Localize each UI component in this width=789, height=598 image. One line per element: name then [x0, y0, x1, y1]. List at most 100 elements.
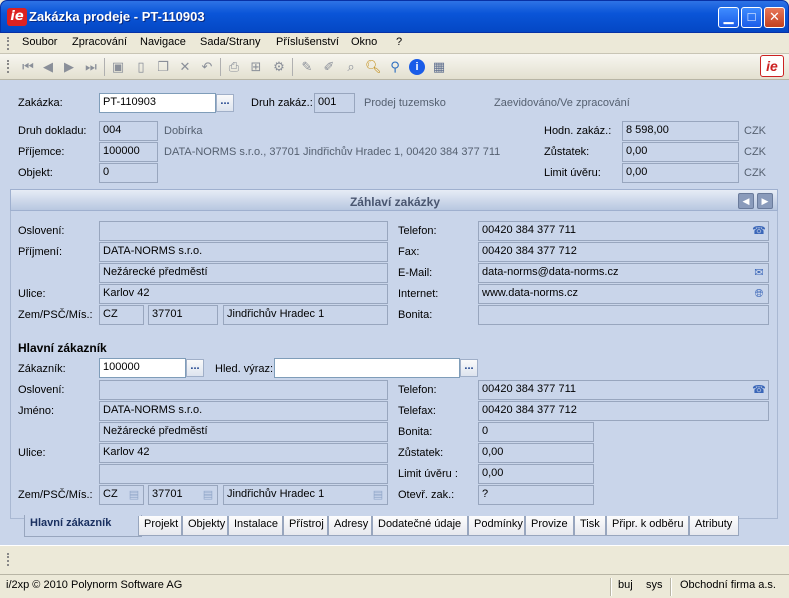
tab-adresy[interactable]: Adresy — [328, 516, 372, 536]
zem-label: Zem/PSČ/Mís.: — [18, 309, 93, 321]
toolbar: ⏮ ◀ ▶ ⏭ ▣ ▯ ❐ ✕ ↶ ⎙ ⊞ ⚙ ✎ ✐ ⌕ 🔍︎ ⚲ i ▦ — [0, 54, 789, 80]
c-osloveni-label: Oslovení: — [18, 384, 65, 396]
find-icon[interactable]: ⌕ — [343, 59, 359, 75]
zakaznik-input[interactable]: 100000 — [99, 358, 186, 378]
c-zustatek-label: Zůstatek: — [398, 447, 444, 459]
app-icon[interactable]: ie — [7, 8, 27, 26]
c-jmeno-value2: Nežárecké předměstí — [99, 422, 388, 442]
search-icon[interactable]: 🔍︎ — [365, 59, 382, 75]
hodn-currency: CZK — [744, 125, 766, 137]
druh-zakaz-text: Prodej tuzemsko — [364, 97, 446, 109]
c-zem-label: Zem/PSČ/Mís.: — [18, 489, 93, 501]
c-psc-dropdown-icon[interactable]: ▤ — [200, 487, 216, 503]
section-next-button[interactable]: ▶ — [757, 193, 773, 209]
prev-record-icon[interactable]: ◀ — [40, 59, 56, 75]
menu-zpracovani[interactable]: Zpracování — [72, 36, 127, 48]
status-separator — [670, 578, 671, 596]
zustatek-label: Zůstatek: — [544, 146, 590, 158]
minimize-icon: ▁ — [723, 9, 734, 24]
email-value: data-norms@data-norms.cz — [478, 263, 769, 283]
menu-help[interactable]: ? — [396, 36, 402, 48]
c-ulice-label: Ulice: — [18, 447, 46, 459]
c-telefax-value: 00420 384 377 712 — [478, 401, 769, 421]
prijemce-value: 100000 — [99, 142, 158, 162]
edit-icon[interactable]: ✎ — [299, 59, 315, 75]
status-user: buj — [618, 579, 633, 591]
objekt-label: Objekt: — [18, 167, 53, 179]
undo-icon[interactable]: ↶ — [199, 59, 215, 75]
c-zem-dropdown-icon[interactable]: ▤ — [126, 487, 142, 503]
menu-navigace[interactable]: Navigace — [140, 36, 186, 48]
c-misto-value: Jindřichův Hradec 1 — [223, 485, 388, 505]
menu-soubor[interactable]: Soubor — [22, 36, 57, 48]
delete-icon[interactable]: ✕ — [177, 59, 193, 75]
bottom-grip-icon[interactable] — [7, 553, 10, 566]
prijmeni-label: Příjmení: — [18, 246, 63, 258]
info-icon[interactable]: i — [409, 59, 425, 75]
menu-prislusenstvi[interactable]: Příslušenství — [276, 36, 339, 48]
zakazka-lookup-button[interactable]: ... — [216, 94, 234, 112]
tree-icon[interactable]: ⊞ — [248, 59, 264, 75]
new-icon[interactable]: ▯ — [133, 59, 149, 75]
print-icon[interactable]: ⎙ — [226, 59, 242, 75]
ulice-value: Karlov 42 — [99, 284, 388, 304]
tab-objekty[interactable]: Objekty — [182, 516, 228, 536]
prijmeni-value: DATA-NORMS s.r.o. — [99, 242, 388, 262]
zakazka-input[interactable]: PT-110903 — [99, 93, 216, 113]
osloveni-value — [99, 221, 388, 241]
settings-icon[interactable]: ⚙ — [271, 59, 287, 75]
zoom-icon[interactable]: ⚲ — [387, 59, 403, 75]
c-otevr-value: ? — [478, 485, 594, 505]
customer-heading: Hlavní zákazník — [18, 341, 107, 355]
first-record-icon[interactable]: ⏮ — [20, 59, 36, 75]
maximize-button[interactable]: □ — [741, 7, 762, 28]
email-label: E-Mail: — [398, 267, 433, 279]
tab-provize[interactable]: Provize — [525, 516, 574, 536]
c-misto-dropdown-icon[interactable]: ▤ — [370, 487, 386, 503]
section-prev-button[interactable]: ◀ — [738, 193, 754, 209]
zakaznik-lookup-button[interactable]: ... — [186, 359, 204, 377]
hled-lookup-button[interactable]: ... — [460, 359, 478, 377]
druh-zakaz-value: 001 — [314, 93, 355, 113]
druh-zakaz-label: Druh zakáz.: — [251, 97, 313, 109]
druh-dokladu-label: Druh dokladu: — [18, 125, 87, 137]
c-telefon-label: Telefon: — [398, 384, 437, 396]
globe-icon[interactable]: 🌐︎ — [751, 286, 767, 302]
tab-podminky[interactable]: Podmínky — [468, 516, 525, 536]
section-header: Záhlaví zakázky ◀ ▶ — [10, 189, 778, 211]
menu-grip-icon[interactable] — [7, 37, 10, 50]
menu-sada-strany[interactable]: Sada/Strany — [200, 36, 261, 48]
phone-icon[interactable]: ☎ — [751, 223, 767, 239]
close-button[interactable]: ✕ — [764, 7, 785, 28]
zem-value: CZ — [99, 305, 144, 325]
toolbar-grip-icon[interactable] — [7, 60, 10, 73]
tab-pripr-k-odberu[interactable]: Připr. k odběru — [606, 516, 689, 536]
next-record-icon[interactable]: ▶ — [61, 59, 77, 75]
last-record-icon[interactable]: ⏭ — [83, 59, 99, 75]
tab-hlavni-zakaznik[interactable]: Hlavní zákazník — [24, 515, 142, 537]
tab-atributy[interactable]: Atributy — [689, 516, 739, 536]
email-icon[interactable]: ✉ — [751, 265, 767, 281]
hled-input[interactable] — [274, 358, 460, 378]
c-phone-icon[interactable]: ☎ — [751, 382, 767, 398]
tab-instalace[interactable]: Instalace — [228, 516, 283, 536]
tab-tisk[interactable]: Tisk — [574, 516, 606, 536]
minimize-button[interactable]: ▁ — [718, 7, 739, 28]
telefon-value: 00420 384 377 711 — [478, 221, 769, 241]
fax-label: Fax: — [398, 246, 420, 258]
ulice-label: Ulice: — [18, 288, 46, 300]
tab-projekt[interactable]: Projekt — [138, 516, 182, 536]
limit-value: 0,00 — [622, 163, 739, 183]
calculator-icon[interactable]: ▦ — [431, 59, 447, 75]
druh-dokladu-value: 004 — [99, 121, 158, 141]
status-bar: i/2xp © 2010 Polynorm Software AG buj sy… — [0, 574, 789, 598]
tab-dodatecne-udaje[interactable]: Dodatečné údaje — [372, 516, 468, 536]
edit2-icon[interactable]: ✐ — [321, 59, 337, 75]
fax-value: 00420 384 377 712 — [478, 242, 769, 262]
toolbar-separator — [292, 58, 293, 76]
copy-icon[interactable]: ❐ — [155, 59, 171, 75]
status-separator — [610, 578, 611, 596]
save-icon[interactable]: ▣ — [110, 59, 126, 75]
menu-okno[interactable]: Okno — [351, 36, 377, 48]
tab-pristroj[interactable]: Přístroj — [283, 516, 328, 536]
